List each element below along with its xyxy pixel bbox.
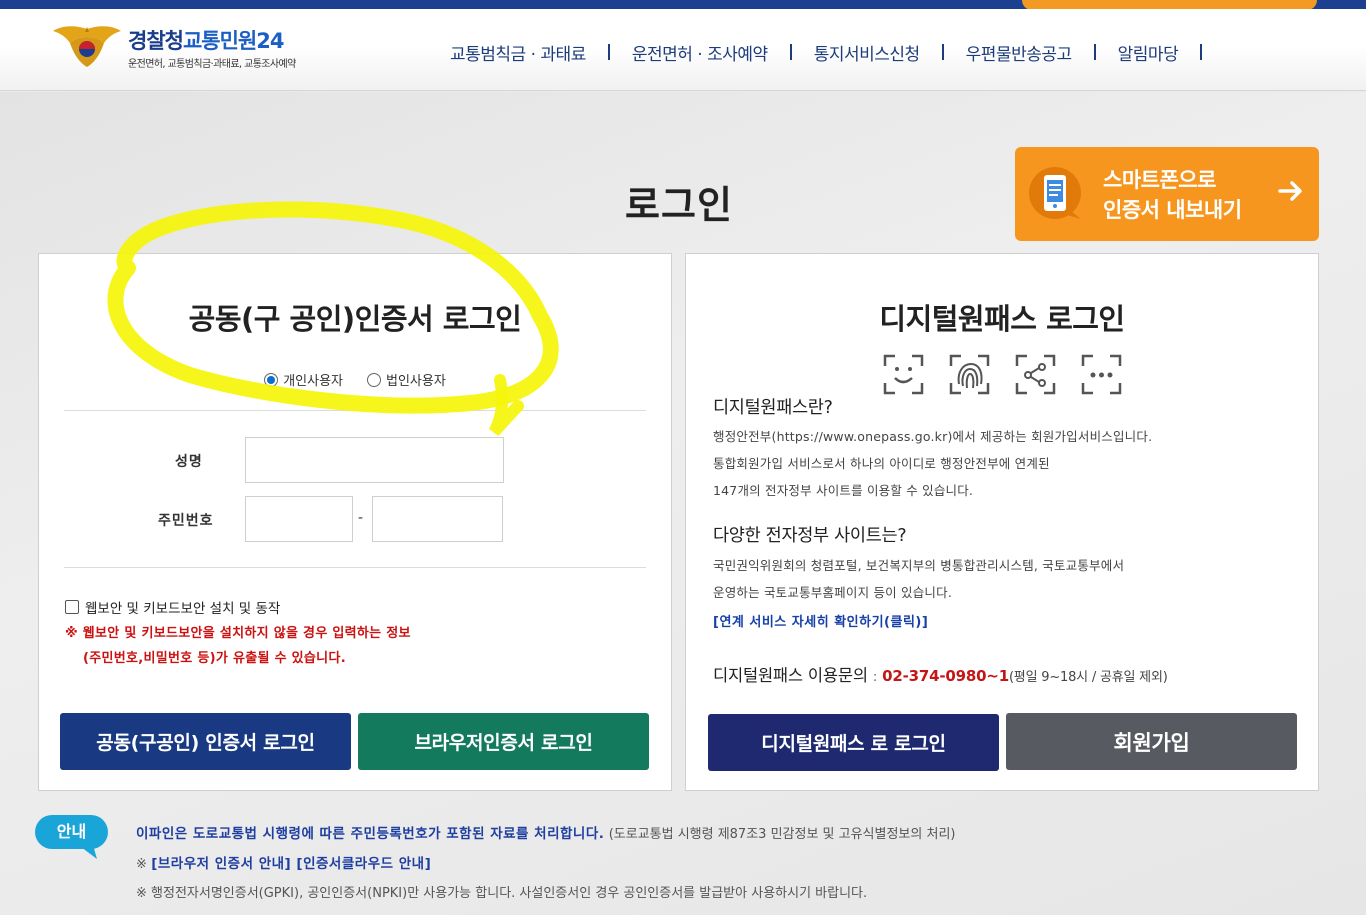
divider [64,567,646,568]
onepass-what-heading: 디지털원패스란? [713,398,833,418]
nav-notice[interactable]: 알림마당 [1118,40,1179,65]
nav-license[interactable]: 운전면허 · 조사예약 [632,40,768,65]
onepass-sites-text-1: 국민권익위원회의 청렴포털, 보건복지부의 병통합관리시스템, 국토교통부에서 [713,558,1125,573]
security-warning-line2: (주민번호,비밀번호 등)가 유출될 수 있습니다. [83,651,346,666]
onepass-what-text-2: 통합회원가입 서비스로서 하나의 아이디로 행정안전부에 연계된 [713,456,1050,471]
rrn-front-input[interactable] [245,496,353,542]
onepass-sites-heading: 다양한 전자정부 사이트는? [713,526,907,546]
cert-login-button[interactable]: 공동(구공인) 인증서 로그인 [60,713,351,770]
notice-line-3: ※ 행정전자서명인증서(GPKI), 공인인증서(NPKI)만 사용가능 합니다… [136,886,868,901]
logo-subtitle: 운전면허, 교통범칙금·과태료, 교통조사예약 [128,59,296,70]
notice-main-text: 이파인은 도로교통법 시행령에 따른 주민등록번호가 포함된 자료를 처리합니다… [136,826,605,842]
face-id-icon [883,354,924,395]
radio-corporate-user[interactable]: 법인사용자 [367,370,446,389]
name-label: 성명 [175,454,203,470]
pin-code-icon [1081,354,1122,395]
onepass-what-text-1: 행정안전부(https://www.onepass.go.kr)에서 제공하는 … [713,429,1153,444]
browser-cert-login-button[interactable]: 브라우저인증서 로그인 [358,713,649,770]
logo-title: 경찰청교통민원24 [128,25,285,55]
contact-label: 디지털원패스 이용문의 [713,666,868,685]
pattern-lock-icon [1015,354,1056,395]
security-install-label: 웹보안 및 키보드보안 설치 및 동작 [85,601,281,617]
smartphone-export-line2: 인증서 내보내기 [1103,198,1242,222]
smartphone-export-line1: 스마트폰으로 [1103,168,1216,192]
radio-circle-checked[interactable] [264,372,279,387]
cert-login-panel: 공동(구 공인)인증서 로그인 개인사용자 법인사용자 성명 주민번호 - 웹보… [38,253,672,791]
signup-button[interactable]: 회원가입 [1006,713,1297,770]
site-logo[interactable]: 경찰청교통민원24 운전면허, 교통범칙금·과태료, 교통조사예약 [52,23,342,83]
rrn-label: 주민번호 [158,513,214,529]
onepass-what-text-3: 147개의 전자정부 사이트를 이용할 수 있습니다. [713,483,974,498]
nav-separator [607,44,610,60]
nav-notification[interactable]: 통지서비스신청 [814,40,920,65]
notice-badge-label: 안내 [56,822,87,841]
checkbox-box[interactable] [65,600,79,614]
onepass-login-panel: 디지털원패스 로그인 디지털원패스란? 행정안전부(https://www.on… [685,253,1319,791]
smartphone-export-button[interactable]: 스마트폰으로 인증서 내보내기 [1015,147,1319,241]
rrn-back-input[interactable] [372,496,503,542]
rrn-separator: - [358,510,364,526]
radio-circle-unchecked[interactable] [367,372,381,387]
onepass-contact: 디지털원패스 이용문의 : 02-374-0980~1(평일 9~18시 / 공… [713,662,1168,686]
onepass-auth-icons [883,354,1122,395]
arrow-right-icon [1278,181,1302,201]
nav-separator [1093,44,1096,60]
cert-login-title: 공동(구 공인)인증서 로그인 [188,302,522,336]
security-install-checkbox[interactable]: 웹보안 및 키보드보안 설치 및 동작 [65,597,280,617]
nav-separator [1200,44,1203,60]
contact-hours: (평일 9~18시 / 공휴일 제외) [1008,670,1168,685]
notice-line-2: ※ [브라우저 인증서 안내] [인증서클라우드 안내] [136,852,431,872]
onepass-sites-text-2: 운영하는 국토교통부홈페이지 등이 있습니다. [713,585,952,600]
onepass-login-title: 디지털원패스 로그인 [879,302,1125,336]
site-header: 경찰청교통민원24 운전면허, 교통범칙금·과태료, 교통조사예약 교통범칙금 … [0,9,1366,91]
fingerprint-icon [949,354,990,395]
notice-paren-text: (도로교통법 시행령 제87조3 민감정보 및 고유식별정보의 처리) [608,827,956,842]
name-input[interactable] [245,437,504,483]
main-nav: 교통범칙금 · 과태료 운전면허 · 조사예약 통지서비스신청 우편물반송공고 … [450,39,1203,65]
nav-fines[interactable]: 교통범칙금 · 과태료 [450,40,586,65]
police-emblem-icon [53,26,121,67]
nav-return-mail[interactable]: 우편물반송공고 [966,40,1072,65]
radio-corporate-label: 법인사용자 [386,374,446,389]
contact-phone: 02-374-0980~1 [882,667,1009,685]
linked-services-link[interactable]: [연계 서비스 자세히 확인하기(클릭)] [713,611,928,630]
logo-title-part1: 경찰청 [128,29,184,53]
radio-personal-label: 개인사용자 [283,374,343,389]
nav-separator [941,44,944,60]
smartphone-icon [1029,167,1081,219]
logo-title-part2: 교통민원24 [182,29,285,53]
user-type-radio-group: 개인사용자 법인사용자 [39,370,671,389]
onepass-login-button[interactable]: 디지털원패스 로 로그인 [708,714,999,771]
notice-mark: ※ [136,857,147,872]
browser-cert-guide-link[interactable]: [브라우저 인증서 안내] [인증서클라우드 안내] [151,856,431,872]
divider [64,410,646,411]
smartphone-export-label: 스마트폰으로 인증서 내보내기 [1103,165,1242,225]
contact-separator: : [872,670,878,685]
notice-badge: 안내 [35,815,108,859]
notice-line-1: 이파인은 도로교통법 시행령에 따른 주민등록번호가 포함된 자료를 처리합니다… [136,822,955,842]
nav-separator [789,44,792,60]
radio-personal-user[interactable]: 개인사용자 [264,370,343,389]
security-warning-line1: ※ 웹보안 및 키보드보안을 설치하지 않을 경우 입력하는 정보 [65,626,411,641]
